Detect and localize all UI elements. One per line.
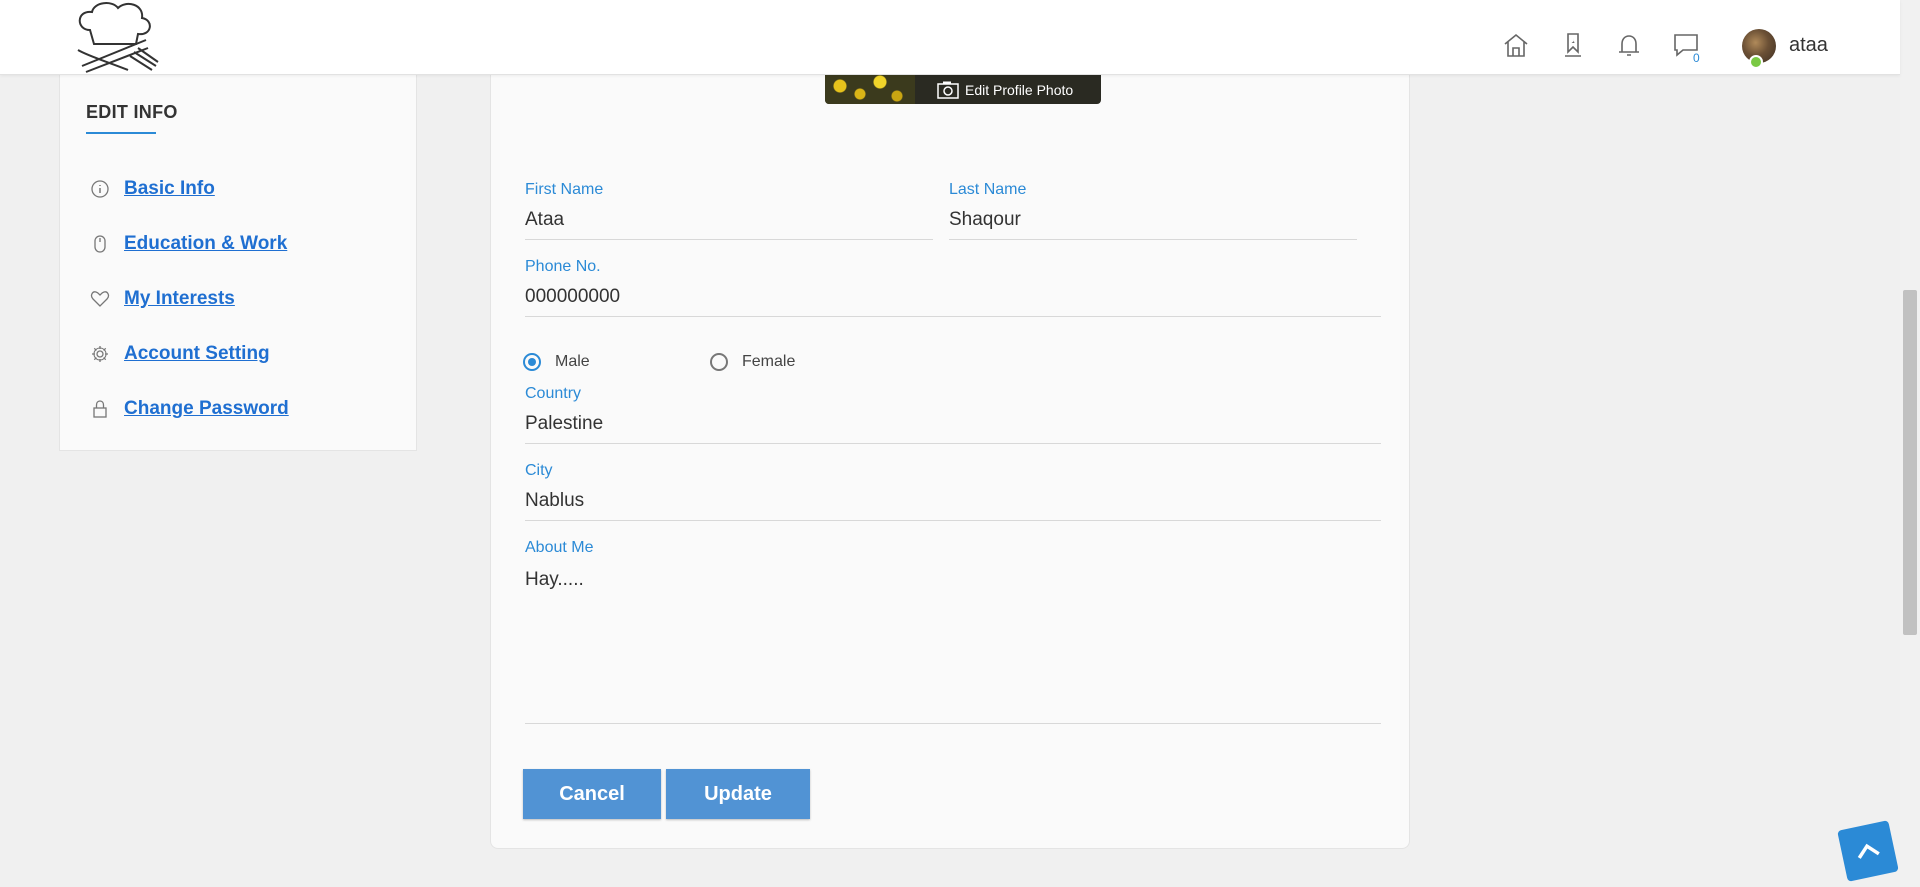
- message-count-badge: 0: [1693, 51, 1700, 65]
- chef-logo[interactable]: [68, 0, 160, 78]
- phone-label: Phone No.: [525, 258, 601, 275]
- about-me-field: About Me Hay.....: [525, 539, 1381, 724]
- sidebar-item-label[interactable]: Account Setting: [124, 343, 270, 365]
- update-button[interactable]: Update: [666, 769, 810, 819]
- last-name-label: Last Name: [949, 181, 1027, 198]
- sidebar-item-account-setting[interactable]: Account Setting: [90, 339, 270, 369]
- sidebar-item-my-interests[interactable]: My Interests: [90, 284, 235, 314]
- sidebar-item-label[interactable]: Basic Info: [124, 178, 215, 200]
- scrollbar-thumb[interactable]: [1903, 290, 1917, 635]
- top-navbar: 0 ataa: [0, 0, 1900, 75]
- last-name-input[interactable]: [949, 205, 1357, 240]
- heart-icon: [90, 289, 110, 309]
- female-radio[interactable]: [710, 353, 728, 371]
- phone-input[interactable]: [525, 282, 1381, 317]
- bookmark-icon[interactable]: [1558, 30, 1588, 60]
- mouse-icon: [90, 234, 110, 254]
- username[interactable]: ataa: [1789, 34, 1828, 57]
- country-label: Country: [525, 385, 582, 402]
- basic-info-form-card: Edit Profile Photo First Name Last Name …: [490, 74, 1410, 849]
- edit-profile-photo-label: Edit Profile Photo: [965, 82, 1074, 98]
- sidebar-item-label[interactable]: Education & Work: [124, 233, 287, 255]
- country-input[interactable]: [525, 409, 1381, 444]
- edit-profile-photo-button[interactable]: Edit Profile Photo: [937, 79, 1073, 101]
- phone-field: Phone No.: [525, 258, 1381, 317]
- bell-icon[interactable]: [1614, 30, 1644, 60]
- sidebar-item-basic-info[interactable]: Basic Info: [90, 174, 215, 204]
- about-me-label: About Me: [525, 539, 594, 556]
- city-input[interactable]: [525, 486, 1381, 521]
- sidebar-item-change-password[interactable]: Change Password: [90, 394, 289, 424]
- gender-female-option[interactable]: Female: [710, 353, 795, 371]
- female-label: Female: [742, 353, 796, 370]
- edit-info-sidebar: EDIT INFO Basic Info Education & Work My…: [59, 74, 417, 451]
- back-to-top-button[interactable]: [1837, 820, 1899, 882]
- first-name-label: First Name: [525, 181, 604, 198]
- male-label: Male: [555, 353, 590, 370]
- first-name-input[interactable]: [525, 205, 933, 240]
- sidebar-title-underline: [86, 132, 156, 134]
- profile-photo: Edit Profile Photo: [825, 74, 1101, 104]
- about-me-textarea[interactable]: Hay.....: [525, 563, 1381, 724]
- camera-icon: [937, 81, 959, 99]
- sidebar-item-label[interactable]: My Interests: [124, 288, 235, 310]
- gear-icon: [90, 344, 110, 364]
- sidebar-item-education-work[interactable]: Education & Work: [90, 229, 287, 259]
- cancel-button[interactable]: Cancel: [523, 769, 661, 819]
- sidebar-title: EDIT INFO: [86, 102, 178, 122]
- chevron-up-icon: [1857, 843, 1880, 859]
- sidebar-item-label[interactable]: Change Password: [124, 398, 289, 420]
- country-field: Country: [525, 385, 1381, 444]
- home-icon[interactable]: [1501, 30, 1531, 60]
- male-radio[interactable]: [523, 353, 541, 371]
- profile-photo-image: [825, 74, 915, 104]
- city-label: City: [525, 462, 553, 479]
- city-field: City: [525, 462, 1381, 521]
- first-name-field: First Name: [525, 181, 933, 240]
- online-status-dot: [1749, 55, 1763, 69]
- info-icon: [90, 179, 110, 199]
- lock-icon: [90, 399, 110, 419]
- last-name-field: Last Name: [949, 181, 1357, 240]
- gender-male-option[interactable]: Male: [523, 353, 590, 371]
